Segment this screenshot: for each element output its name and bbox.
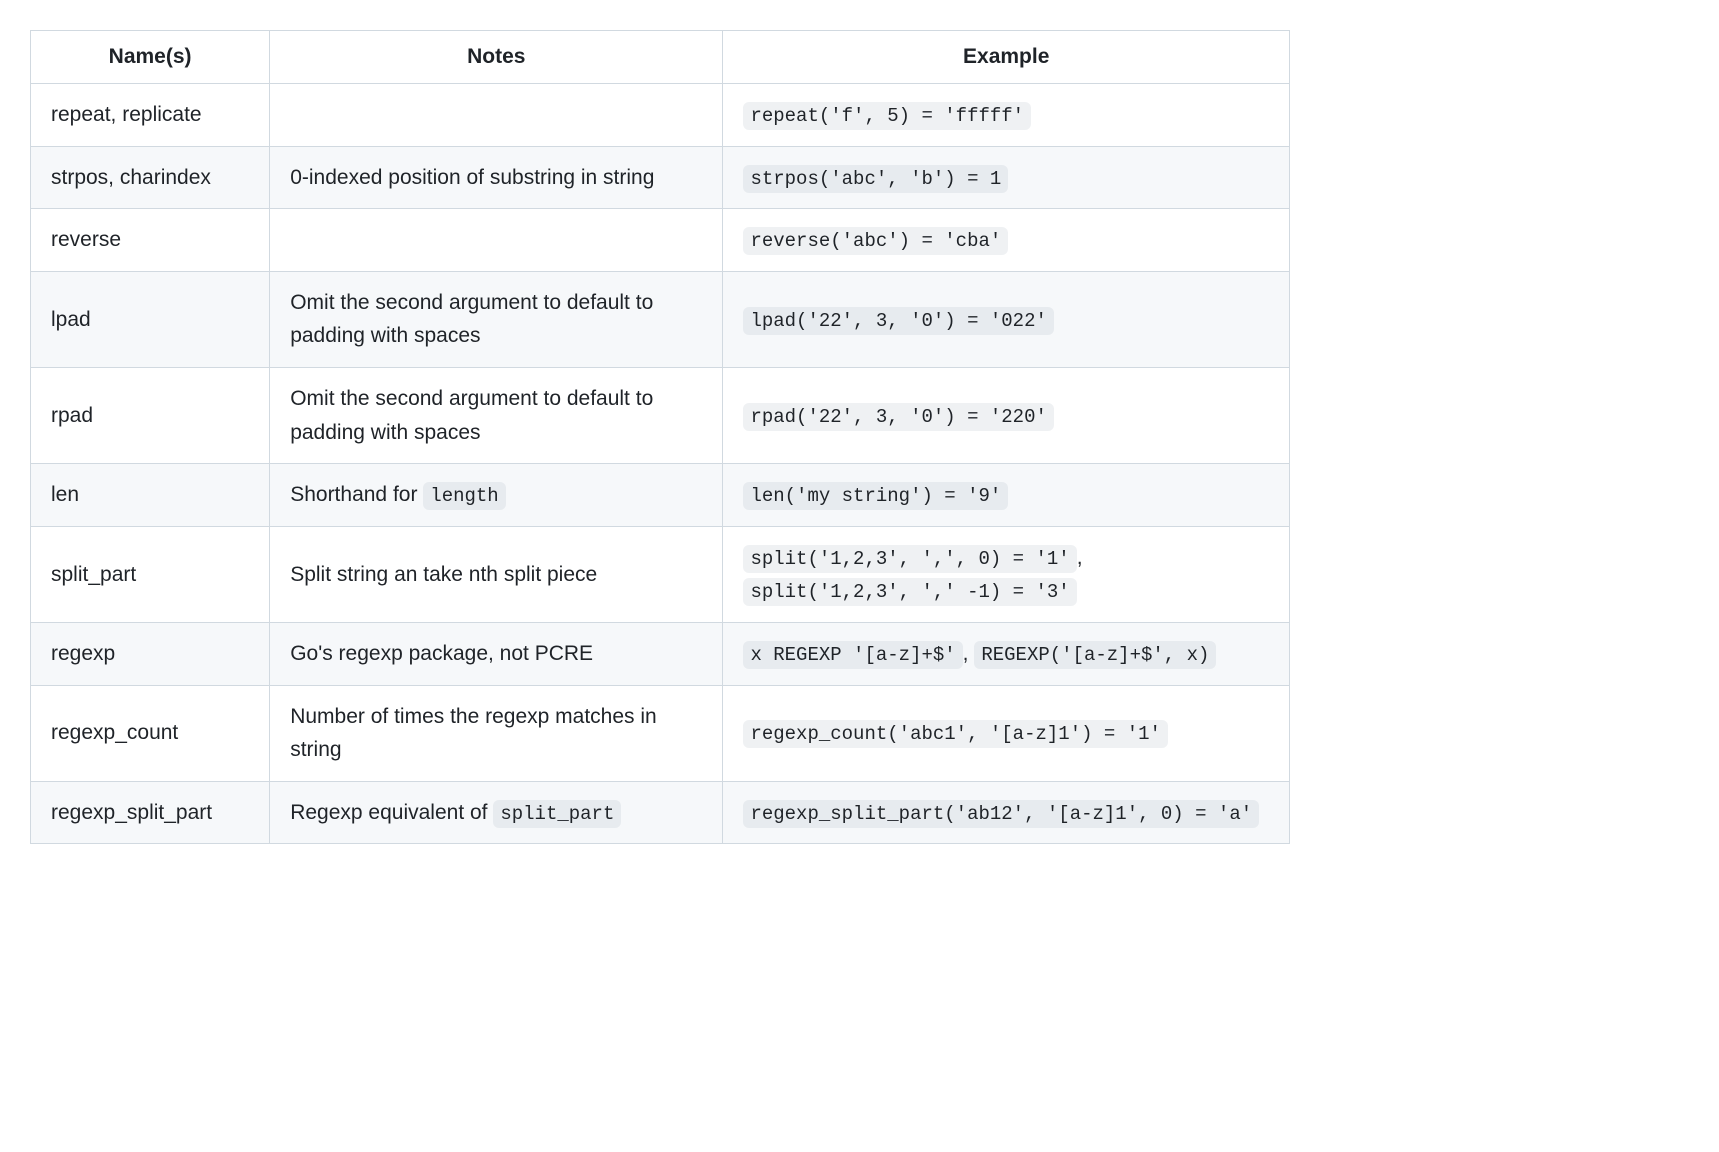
- header-name: Name(s): [31, 31, 270, 84]
- table-row: reverse reverse('abc') = 'cba': [31, 209, 1290, 272]
- example-separator: ,: [1077, 546, 1083, 569]
- example-code: rpad('22', 3, '0') = '220': [743, 403, 1053, 431]
- cell-example: strpos('abc', 'b') = 1: [723, 146, 1290, 209]
- example-code: regexp_count('abc1', '[a-z]1') = '1': [743, 720, 1167, 748]
- cell-name: strpos, charindex: [31, 146, 270, 209]
- notes-code: length: [423, 482, 505, 510]
- example-code: strpos('abc', 'b') = 1: [743, 165, 1008, 193]
- cell-example: repeat('f', 5) = 'fffff': [723, 84, 1290, 147]
- notes-text: Regexp equivalent of: [290, 801, 493, 824]
- cell-name: rpad: [31, 367, 270, 463]
- cell-name: lpad: [31, 271, 270, 367]
- example-code: REGEXP('[a-z]+$', x): [974, 641, 1216, 669]
- cell-example: reverse('abc') = 'cba': [723, 209, 1290, 272]
- table-row: regexpGo's regexp package, not PCREx REG…: [31, 622, 1290, 685]
- cell-name: len: [31, 464, 270, 527]
- cell-notes: Go's regexp package, not PCRE: [270, 622, 723, 685]
- cell-example: rpad('22', 3, '0') = '220': [723, 367, 1290, 463]
- functions-table: Name(s) Notes Example repeat, replicater…: [30, 30, 1290, 844]
- cell-name: regexp_count: [31, 685, 270, 781]
- cell-example: regexp_split_part('ab12', '[a-z]1', 0) =…: [723, 781, 1290, 844]
- cell-name: repeat, replicate: [31, 84, 270, 147]
- example-code: repeat('f', 5) = 'fffff': [743, 102, 1031, 130]
- cell-notes: Omit the second argument to default to p…: [270, 271, 723, 367]
- example-code: reverse('abc') = 'cba': [743, 227, 1008, 255]
- table-row: lpadOmit the second argument to default …: [31, 271, 1290, 367]
- example-code: x REGEXP '[a-z]+$': [743, 641, 962, 669]
- cell-notes: Regexp equivalent of split_part: [270, 781, 723, 844]
- notes-code: split_part: [493, 800, 621, 828]
- cell-example: regexp_count('abc1', '[a-z]1') = '1': [723, 685, 1290, 781]
- cell-example: len('my string') = '9': [723, 464, 1290, 527]
- cell-notes: [270, 209, 723, 272]
- notes-text: Shorthand for: [290, 483, 423, 506]
- table-row: strpos, charindex0-indexed position of s…: [31, 146, 1290, 209]
- example-code: split('1,2,3', ',', 0) = '1': [743, 545, 1076, 573]
- example-code: len('my string') = '9': [743, 482, 1008, 510]
- cell-example: split('1,2,3', ',', 0) = '1', split('1,2…: [723, 526, 1290, 622]
- table-row: repeat, replicate repeat('f', 5) = 'fffff…: [31, 84, 1290, 147]
- table-row: split_partSplit string an take nth split…: [31, 526, 1290, 622]
- cell-name: regexp_split_part: [31, 781, 270, 844]
- cell-notes: Omit the second argument to default to p…: [270, 367, 723, 463]
- cell-notes: Split string an take nth split piece: [270, 526, 723, 622]
- table-row: regexp_split_partRegexp equivalent of sp…: [31, 781, 1290, 844]
- cell-notes: [270, 84, 723, 147]
- cell-notes: 0-indexed position of substring in strin…: [270, 146, 723, 209]
- example-separator: ,: [963, 642, 975, 665]
- example-code: lpad('22', 3, '0') = '022': [743, 307, 1053, 335]
- table-row: rpadOmit the second argument to default …: [31, 367, 1290, 463]
- cell-notes: Shorthand for length: [270, 464, 723, 527]
- cell-notes: Number of times the regexp matches in st…: [270, 685, 723, 781]
- header-example: Example: [723, 31, 1290, 84]
- cell-example: lpad('22', 3, '0') = '022': [723, 271, 1290, 367]
- table-row: lenShorthand for lengthlen('my string') …: [31, 464, 1290, 527]
- cell-example: x REGEXP '[a-z]+$', REGEXP('[a-z]+$', x): [723, 622, 1290, 685]
- cell-name: regexp: [31, 622, 270, 685]
- example-code: regexp_split_part('ab12', '[a-z]1', 0) =…: [743, 800, 1259, 828]
- table-row: regexp_countNumber of times the regexp m…: [31, 685, 1290, 781]
- example-code: split('1,2,3', ',' -1) = '3': [743, 578, 1076, 606]
- cell-name: split_part: [31, 526, 270, 622]
- cell-name: reverse: [31, 209, 270, 272]
- table-body: repeat, replicate repeat('f', 5) = 'fffff…: [31, 84, 1290, 844]
- header-notes: Notes: [270, 31, 723, 84]
- header-row: Name(s) Notes Example: [31, 31, 1290, 84]
